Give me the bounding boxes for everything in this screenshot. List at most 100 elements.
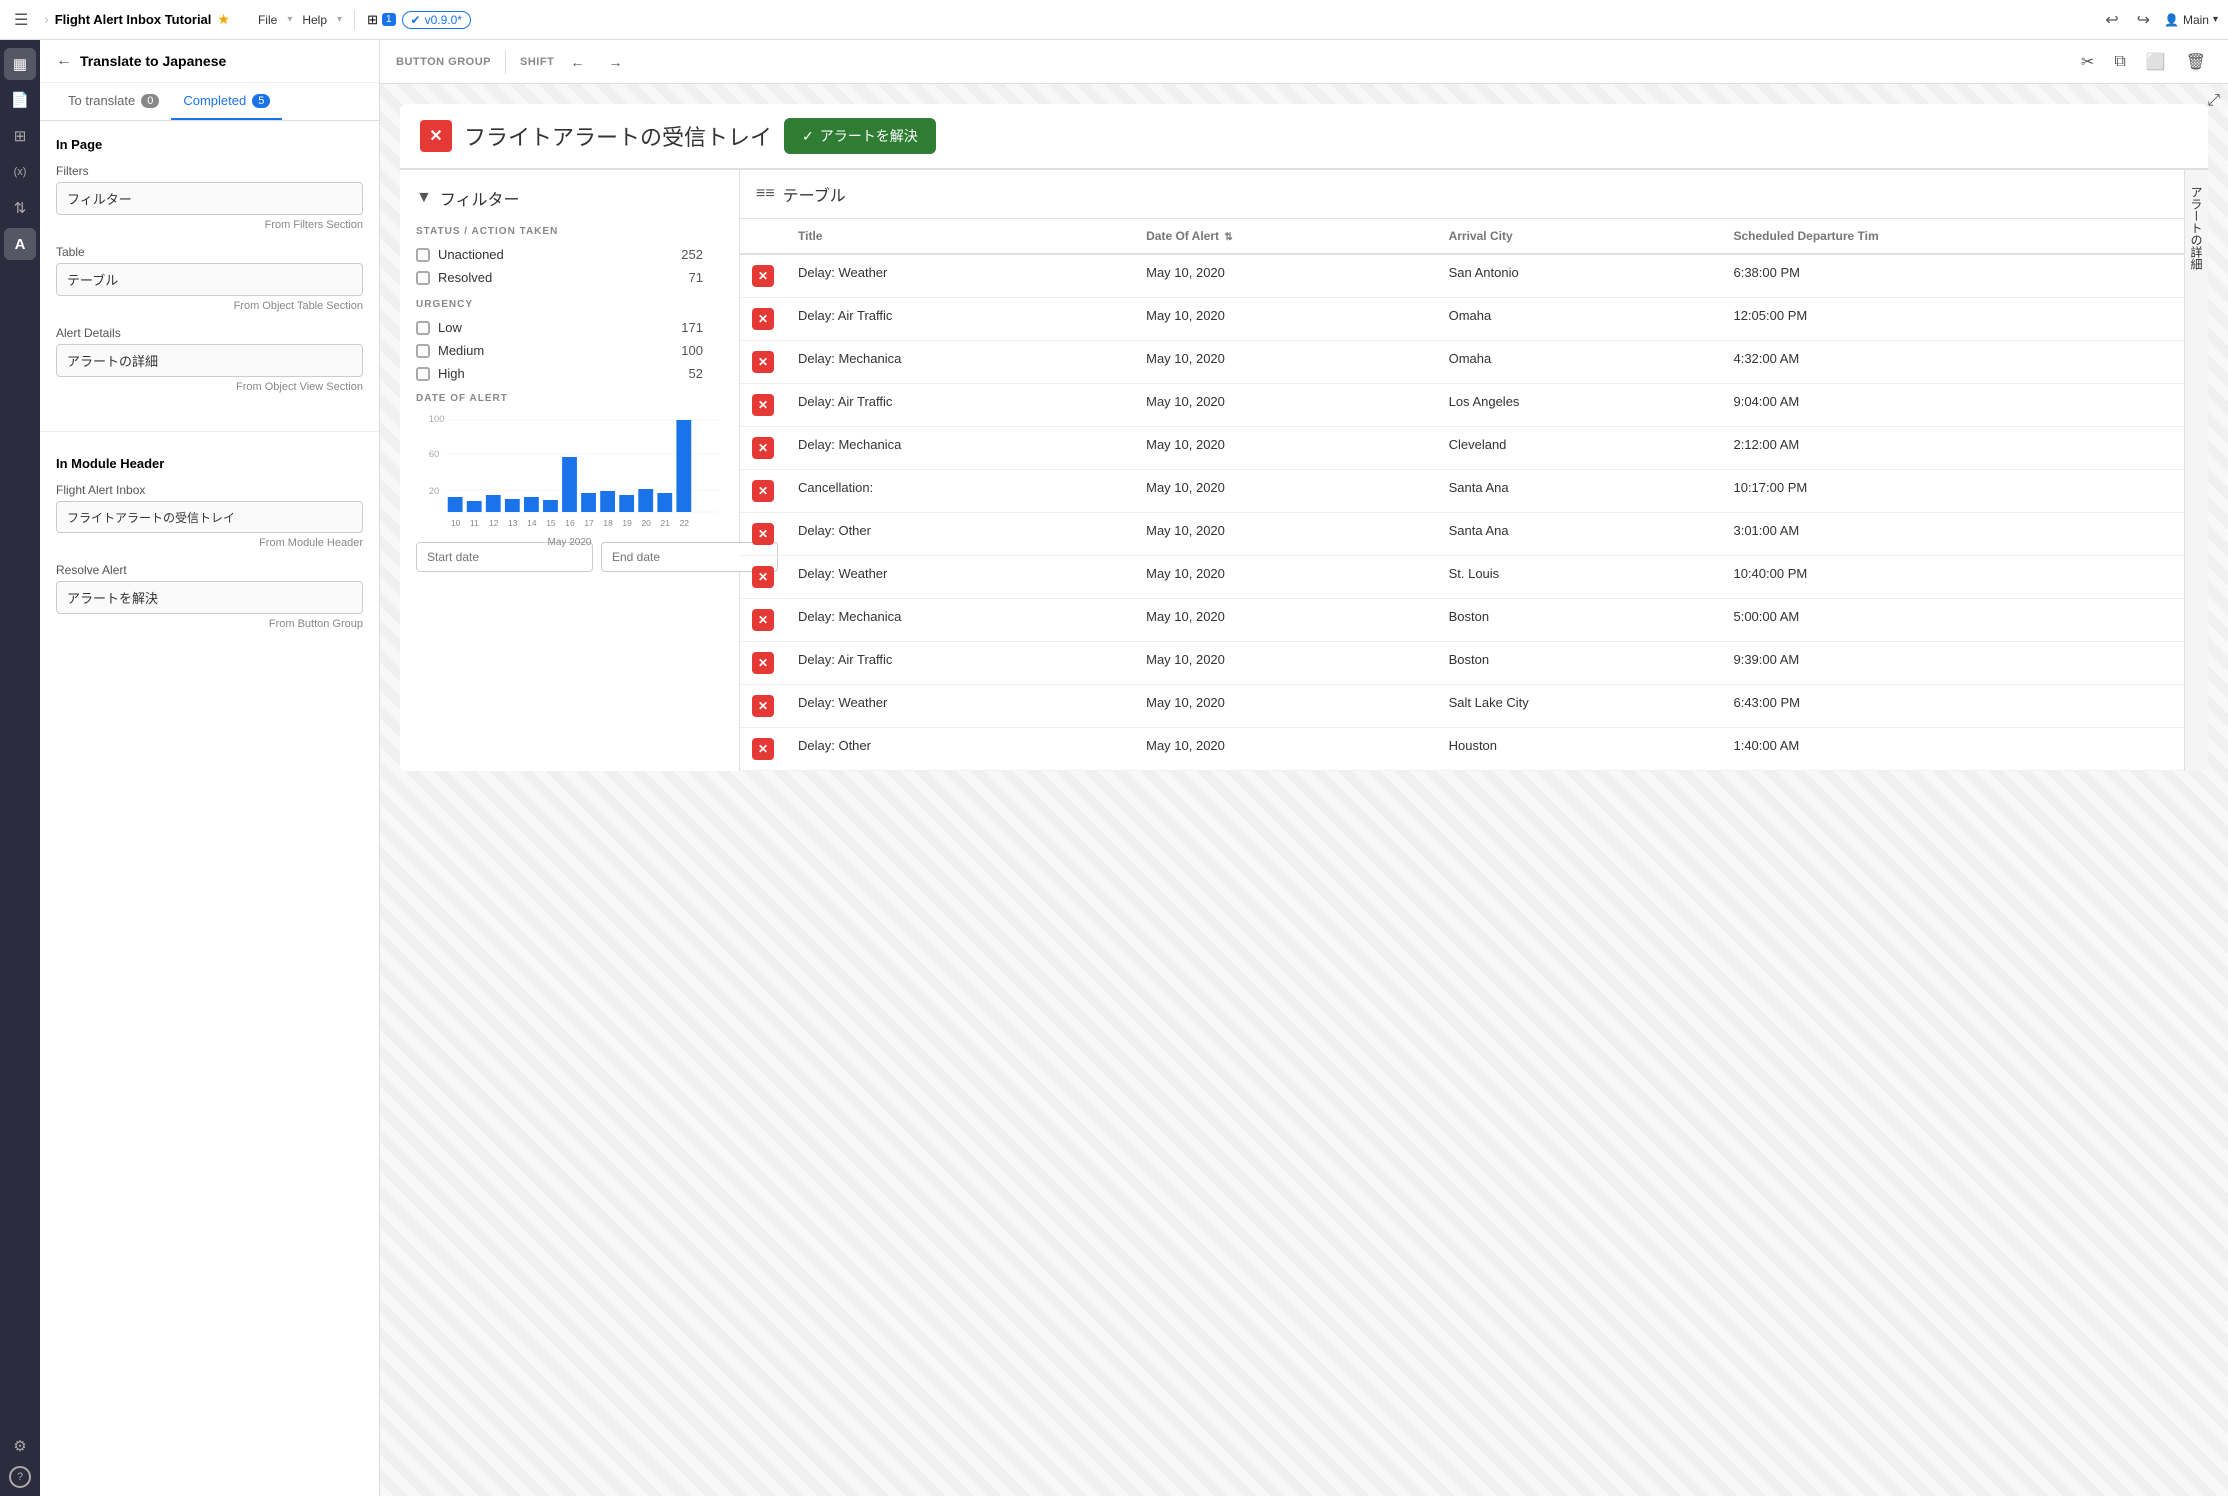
sidebar-item-doc[interactable]: 📄 <box>4 84 36 116</box>
svg-text:17: 17 <box>584 519 594 528</box>
shift-left-btn[interactable]: ← <box>562 49 592 75</box>
sidebar-item-gear[interactable]: ⚙ <box>4 1430 36 1462</box>
resolved-checkbox[interactable] <box>416 271 430 285</box>
svg-text:12: 12 <box>489 519 499 528</box>
toolbar: BUTTON GROUP SHIFT ← → ✂ ⧉ ⬜ 🗑 <box>380 40 2228 84</box>
shift-right-btn[interactable]: → <box>600 49 630 75</box>
sidebar-item-grid[interactable]: ▦ <box>4 48 36 80</box>
table-row[interactable]: ✕ Delay: Mechanica May 10, 2020 Clevelan… <box>740 427 2184 470</box>
th-date[interactable]: Date Of Alert ⇅ <box>1134 219 1436 254</box>
medium-checkbox[interactable] <box>416 344 430 358</box>
table-row[interactable]: ✕ Delay: Air Traffic May 10, 2020 Boston… <box>740 642 2184 685</box>
flight-inbox-input[interactable] <box>56 501 363 533</box>
filters-from: From Filters Section <box>56 219 363 231</box>
filter-icon: ▼ <box>416 189 432 207</box>
cut-btn[interactable]: ✂ <box>2075 46 2100 78</box>
unactioned-label: Unactioned <box>438 247 504 262</box>
tab-completed[interactable]: Completed 5 <box>171 83 282 120</box>
svg-text:18: 18 <box>603 519 613 528</box>
table-row[interactable]: ✕ Delay: Air Traffic May 10, 2020 Omaha … <box>740 298 2184 341</box>
table-row[interactable]: ✕ Delay: Other May 10, 2020 Houston 1:40… <box>740 728 2184 771</box>
filters-input[interactable] <box>56 182 363 215</box>
table-row[interactable]: ✕ Cancellation: May 10, 2020 Santa Ana 1… <box>740 470 2184 513</box>
table-row[interactable]: ✕ Delay: Air Traffic May 10, 2020 Los An… <box>740 384 2184 427</box>
table-row[interactable]: ✕ Delay: Weather May 10, 2020 San Antoni… <box>740 254 2184 298</box>
alert-details-label: Alert Details <box>56 326 363 340</box>
row-arrival: Cleveland <box>1437 427 1722 470</box>
svg-text:11: 11 <box>470 519 479 528</box>
table-row[interactable]: ✕ Delay: Mechanica May 10, 2020 Omaha 4:… <box>740 341 2184 384</box>
date-chart: 100 60 20 <box>416 412 723 532</box>
top-bar-right: ↩ ↪ 👤 Main ▾ <box>2101 6 2218 34</box>
undo-btn[interactable]: ↩ <box>2101 6 2122 34</box>
help-menu[interactable]: Help <box>298 13 331 27</box>
filter-low-row: Low 171 <box>416 320 723 335</box>
row-arrival: Omaha <box>1437 298 1722 341</box>
alert-details-from: From Object View Section <box>56 381 363 393</box>
resolve-alert-btn[interactable]: ✓ アラートを解決 <box>784 118 936 154</box>
resolve-alert-input[interactable] <box>56 581 363 614</box>
tab-to-translate[interactable]: To translate 0 <box>56 83 171 120</box>
page-title: Flight Alert Inbox Tutorial <box>55 12 212 27</box>
completed-count: 5 <box>252 94 270 108</box>
expand-btn[interactable]: ⤢ <box>2207 92 2220 110</box>
paste-btn[interactable]: ⬜ <box>2140 46 2172 78</box>
row-title: Delay: Mechanica <box>786 427 1134 470</box>
delete-btn[interactable]: 🗑 <box>2180 46 2212 78</box>
row-icon: ✕ <box>752 652 774 674</box>
th-icon <box>740 219 786 254</box>
svg-text:20: 20 <box>429 486 440 496</box>
table-row[interactable]: ✕ Delay: Weather May 10, 2020 Salt Lake … <box>740 685 2184 728</box>
trans-module-header-section: In Module Header Flight Alert Inbox From… <box>40 440 379 660</box>
filters-section-header: ▼ フィルター <box>416 186 723 210</box>
redo-btn[interactable]: ↪ <box>2133 6 2154 34</box>
low-label: Low <box>438 320 462 335</box>
table-from: From Object Table Section <box>56 300 363 312</box>
row-date: May 10, 2020 <box>1134 728 1436 771</box>
table-row[interactable]: ✕ Delay: Other May 10, 2020 Santa Ana 3:… <box>740 513 2184 556</box>
high-checkbox[interactable] <box>416 367 430 381</box>
main-menu[interactable]: 👤 Main ▾ <box>2164 13 2218 27</box>
file-menu[interactable]: File <box>254 13 281 27</box>
svg-text:19: 19 <box>622 519 632 528</box>
back-button[interactable]: ← <box>56 52 72 70</box>
row-date: May 10, 2020 <box>1134 427 1436 470</box>
table-row[interactable]: ✕ Delay: Mechanica May 10, 2020 Boston 5… <box>740 599 2184 642</box>
filters-field-group: Filters From Filters Section <box>56 164 363 231</box>
preview-area: ✕ フライトアラートの受信トレイ ✓ アラートを解決 ▼ フィルター STATU… <box>380 84 2228 1496</box>
sidebar-item-translate[interactable]: A <box>4 228 36 260</box>
sidebar-item-sort[interactable]: ⇅ <box>4 192 36 224</box>
th-title[interactable]: Title <box>786 219 1134 254</box>
row-departure: 9:04:00 AM <box>1721 384 2184 427</box>
sidebar-item-layers[interactable]: ⊞ <box>4 120 36 152</box>
resolve-alert-label: Resolve Alert <box>56 563 363 577</box>
svg-text:10: 10 <box>451 519 461 528</box>
row-date: May 10, 2020 <box>1134 470 1436 513</box>
row-title: Delay: Weather <box>786 254 1134 298</box>
row-departure: 10:40:00 PM <box>1721 556 2184 599</box>
high-count: 52 <box>689 366 703 381</box>
svg-text:13: 13 <box>508 519 518 528</box>
table-section-icon: ≡≡ <box>756 185 775 203</box>
table-row[interactable]: ✕ Delay: Weather May 10, 2020 St. Louis … <box>740 556 2184 599</box>
row-arrival: Omaha <box>1437 341 1722 384</box>
translation-panel: ← Translate to Japanese To translate 0 C… <box>40 40 380 1496</box>
sidebar-item-help[interactable]: ? <box>9 1466 31 1488</box>
row-title: Delay: Weather <box>786 685 1134 728</box>
row-departure: 5:00:00 AM <box>1721 599 2184 642</box>
date-chart-area: DATE OF ALERT 100 60 20 <box>416 393 723 572</box>
low-checkbox[interactable] <box>416 321 430 335</box>
svg-text:100: 100 <box>429 414 445 424</box>
sidebar-item-fx[interactable]: (x) <box>4 156 36 188</box>
main-content: BUTTON GROUP SHIFT ← → ✂ ⧉ ⬜ 🗑 ✕ フライトアラー… <box>380 40 2228 1496</box>
filter-medium-row: Medium 100 <box>416 343 723 358</box>
close-module-btn[interactable]: ✕ <box>420 120 452 152</box>
trans-panel-title: Translate to Japanese <box>80 53 226 69</box>
right-aside-label[interactable]: アラートの詳細 <box>2188 186 2205 270</box>
favorite-icon[interactable]: ★ <box>217 11 230 28</box>
table-input[interactable] <box>56 263 363 296</box>
unactioned-checkbox[interactable] <box>416 248 430 262</box>
copy-btn[interactable]: ⧉ <box>2108 47 2131 77</box>
alert-details-input[interactable] <box>56 344 363 377</box>
row-title: Delay: Air Traffic <box>786 642 1134 685</box>
